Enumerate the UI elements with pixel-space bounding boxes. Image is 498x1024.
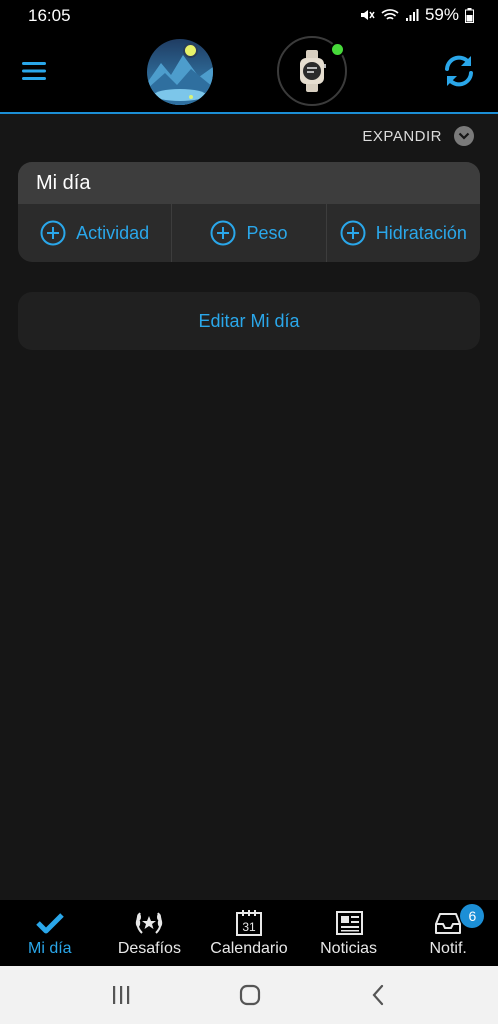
bottom-tab-bar: Mi día Desafíos 31 Calendario Noticias N… bbox=[0, 900, 498, 966]
avatar-status-dot bbox=[183, 43, 198, 58]
add-hydration-button[interactable]: Hidratación bbox=[327, 204, 480, 262]
system-nav-bar bbox=[0, 966, 498, 1024]
laurel-icon bbox=[134, 908, 164, 938]
add-weight-button[interactable]: Peso bbox=[172, 204, 327, 262]
add-activity-label: Actividad bbox=[76, 222, 150, 243]
my-day-actions: Actividad Peso Hidratación bbox=[18, 204, 480, 262]
tab-news-label: Noticias bbox=[320, 940, 378, 957]
avatar[interactable] bbox=[147, 39, 213, 105]
add-weight-label: Peso bbox=[246, 222, 288, 243]
tab-my-day-label: Mi día bbox=[28, 940, 72, 957]
sync-icon[interactable] bbox=[440, 52, 478, 90]
my-day-card: Mi día Actividad Peso Hidratación bbox=[18, 162, 480, 262]
tab-calendar[interactable]: 31 Calendario bbox=[199, 900, 299, 966]
add-hydration-label: Hidratación bbox=[375, 222, 467, 243]
wifi-icon bbox=[381, 9, 399, 20]
back-icon[interactable] bbox=[364, 982, 394, 1008]
signal-icon bbox=[405, 9, 419, 21]
home-icon[interactable] bbox=[235, 982, 265, 1008]
plus-circle-icon bbox=[40, 220, 66, 246]
tab-news[interactable]: Noticias bbox=[299, 900, 399, 966]
tab-challenges-label: Desafíos bbox=[117, 940, 181, 957]
tab-my-day[interactable]: Mi día bbox=[0, 900, 100, 966]
recent-apps-icon[interactable] bbox=[106, 982, 136, 1008]
app-header bbox=[0, 32, 498, 112]
notification-badge: 6 bbox=[460, 904, 485, 928]
tab-calendar-label: Calendario bbox=[210, 940, 288, 957]
check-icon bbox=[35, 908, 65, 938]
tab-notifications-label: Notif. bbox=[429, 940, 467, 957]
battery-percent: 59% bbox=[424, 5, 459, 24]
add-activity-button[interactable]: Actividad bbox=[18, 204, 173, 262]
edit-my-day-button[interactable]: Editar Mi día bbox=[18, 292, 480, 350]
plus-circle-icon bbox=[340, 220, 366, 246]
expand-toggle[interactable]: EXPANDIR bbox=[362, 126, 474, 146]
battery-icon bbox=[465, 7, 474, 23]
device-connected-dot bbox=[330, 42, 345, 57]
status-bar: 16:05 59% bbox=[0, 0, 498, 32]
inbox-icon bbox=[433, 908, 463, 938]
status-icons: 59% bbox=[359, 5, 474, 25]
newspaper-icon bbox=[334, 908, 364, 938]
tab-challenges[interactable]: Desafíos bbox=[100, 900, 200, 966]
mute-icon bbox=[360, 10, 375, 20]
plus-circle-icon bbox=[210, 220, 236, 246]
chevron-down-icon bbox=[454, 126, 474, 146]
tab-notifications[interactable]: Notif. 6 bbox=[398, 900, 498, 966]
mountain-landscape-icon bbox=[147, 39, 213, 105]
calendar-icon: 31 bbox=[234, 908, 264, 938]
calendar-icon-day: 31 bbox=[242, 920, 256, 934]
my-day-title: Mi día bbox=[18, 162, 480, 204]
header-divider bbox=[0, 112, 498, 114]
hamburger-icon[interactable] bbox=[20, 60, 48, 82]
expand-label: EXPANDIR bbox=[362, 127, 442, 145]
status-time: 16:05 bbox=[28, 6, 71, 25]
edit-my-day-label: Editar Mi día bbox=[198, 310, 300, 331]
